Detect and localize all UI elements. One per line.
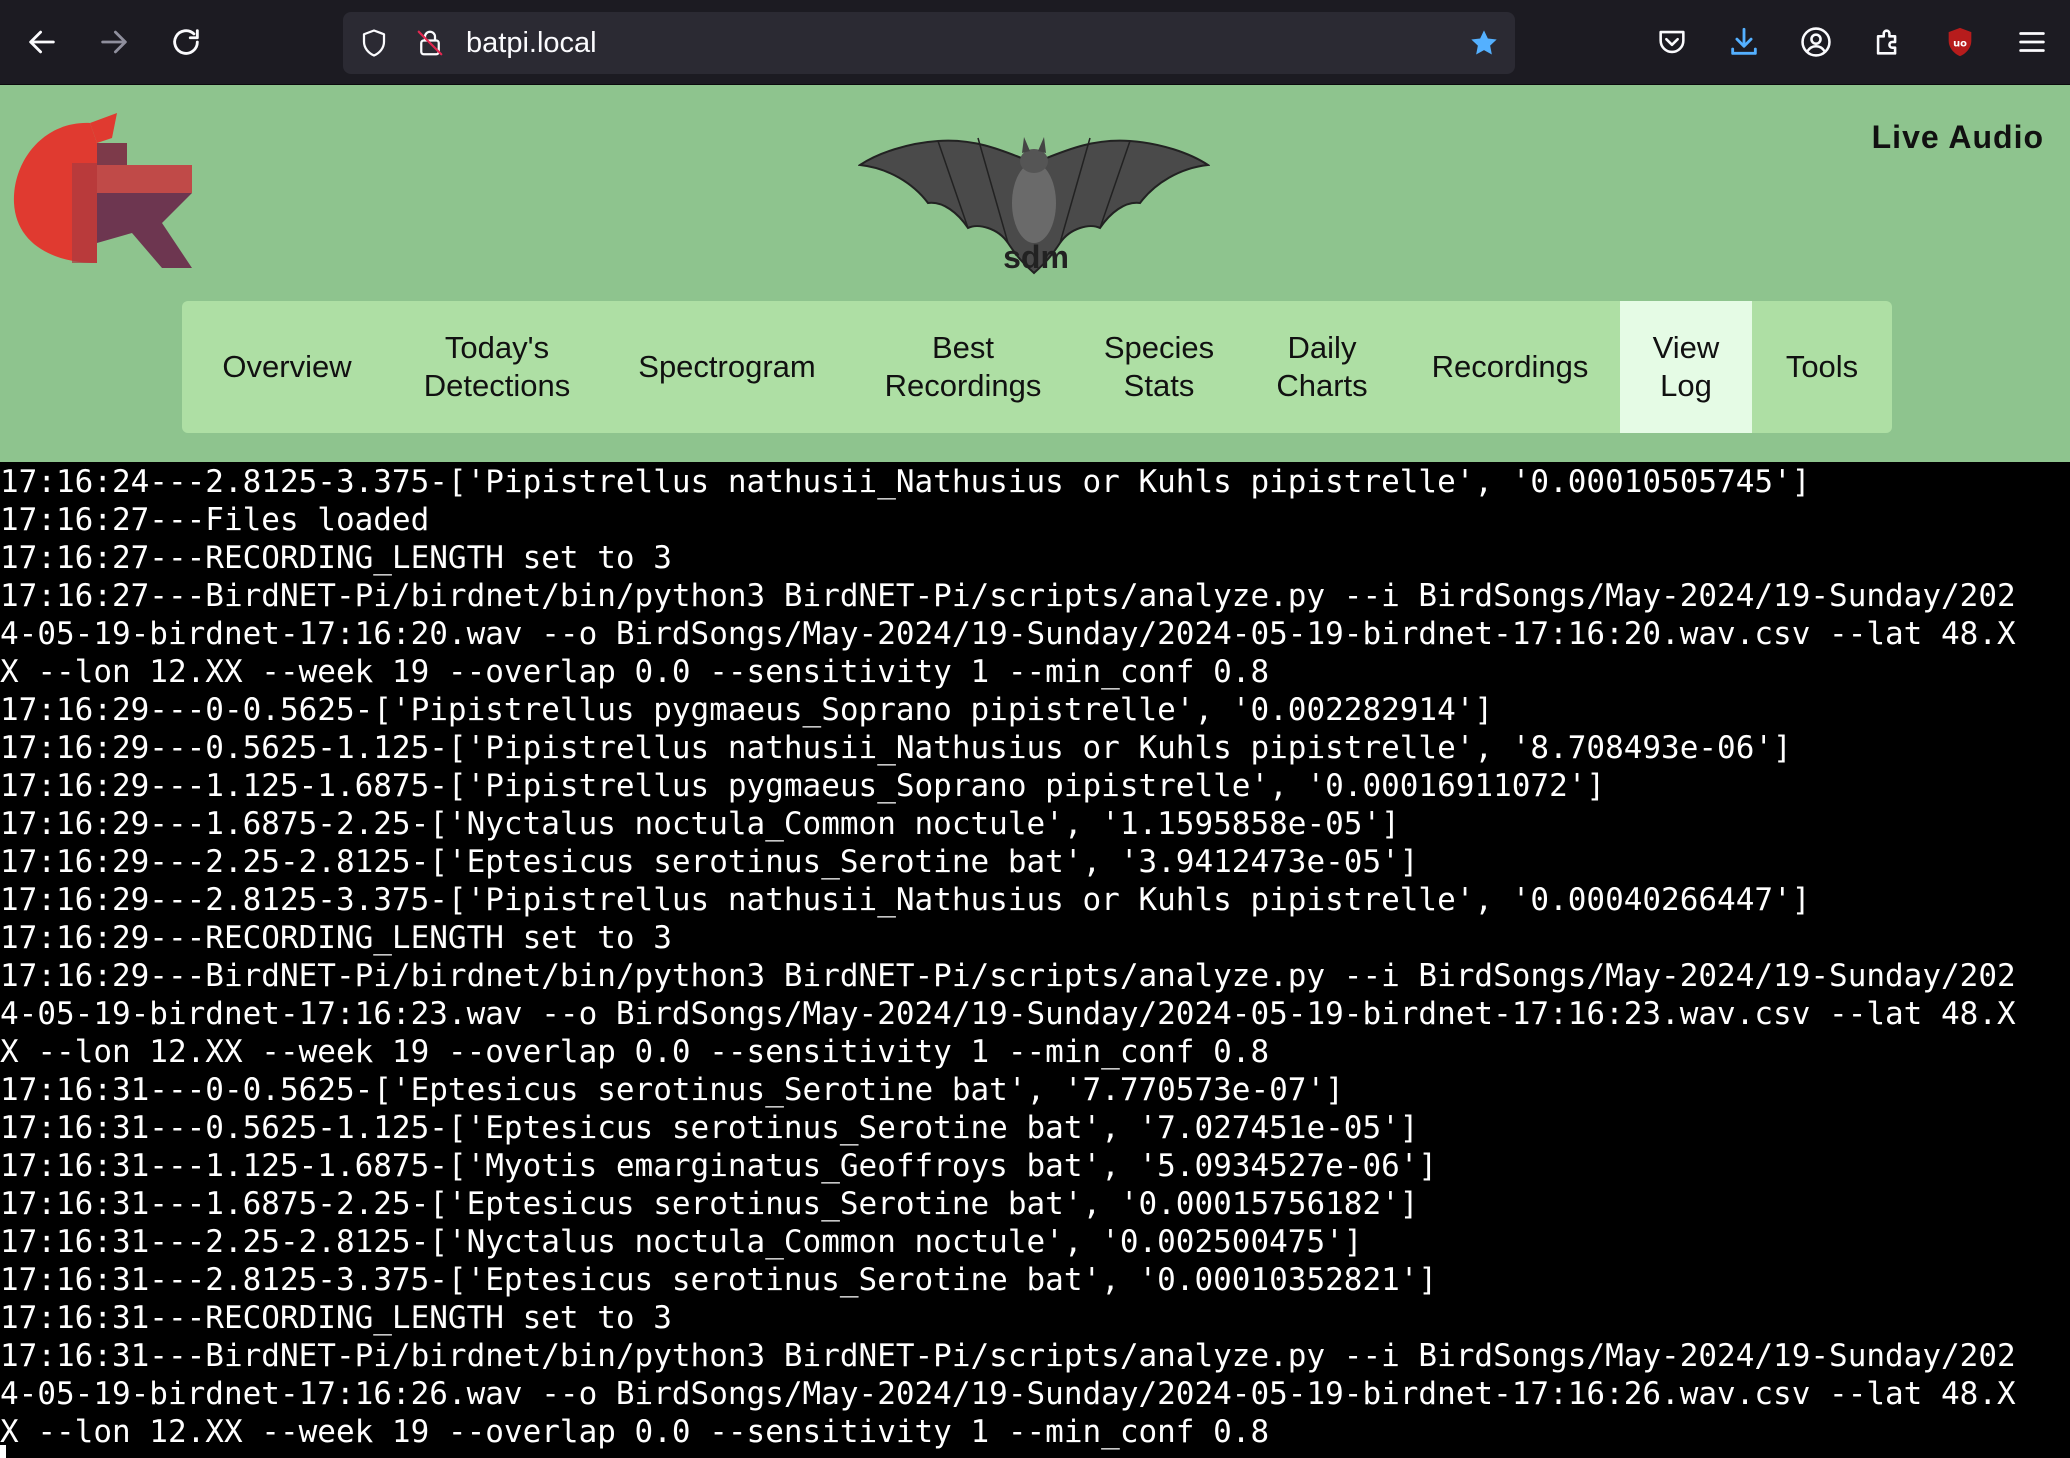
nav-view-log[interactable]: View Log <box>1620 301 1752 433</box>
log-line: 17:16:31---1.6875-2.25-['Eptesicus serot… <box>0 1186 1419 1222</box>
forward-button[interactable] <box>90 18 138 66</box>
pocket-icon <box>1659 30 1685 54</box>
log-line: 17:16:27---RECORDING_LENGTH set to 3 <box>0 540 672 576</box>
nav-overview[interactable]: Overview <box>182 301 392 433</box>
log-line: 17:16:27---Files loaded <box>0 502 430 538</box>
site-header: sdm Live Audio Overview Today's Detection… <box>0 85 2070 462</box>
nav-label: Species Stats <box>1103 330 1215 403</box>
nav-label: Best Recordings <box>884 330 1042 403</box>
back-button[interactable] <box>18 18 66 66</box>
extensions-button[interactable] <box>1864 18 1912 66</box>
log-line: 17:16:31---2.25-2.8125-['Nyctalus noctul… <box>0 1224 1363 1260</box>
account-button[interactable] <box>1792 18 1840 66</box>
log-line: 17:16:31---RECORDING_LENGTH set to 3 <box>0 1300 672 1336</box>
hamburger-menu-icon <box>2019 32 2045 52</box>
url-bar[interactable]: batpi.local <box>343 12 1515 74</box>
nav-label: Tools <box>1785 349 1859 384</box>
log-line: X --lon 12.XX --week 19 --overlap 0.0 --… <box>0 654 1270 690</box>
nav-daily-charts[interactable]: Daily Charts <box>1244 301 1400 433</box>
log-line: 17:16:29---BirdNET-Pi/birdnet/bin/python… <box>0 958 2016 994</box>
bookmark-star-icon[interactable] <box>1467 26 1501 60</box>
terminal-cursor <box>0 1445 6 1458</box>
nav-tools[interactable]: Tools <box>1752 301 1892 433</box>
nav-best-recordings[interactable]: Best Recordings <box>852 301 1074 433</box>
log-output[interactable]: 17:16:24---2.8125-3.375-['Pipistrellus n… <box>0 463 2070 1458</box>
log-line: 17:16:29---1.125-1.6875-['Pipistrellus p… <box>0 768 1606 804</box>
main-nav: Overview Today's Detections Spectrogram B… <box>182 301 1892 433</box>
url-text[interactable]: batpi.local <box>466 28 597 58</box>
pocket-button[interactable] <box>1648 18 1696 66</box>
log-line: 17:16:29---0.5625-1.125-['Pipistrellus n… <box>0 730 1792 766</box>
log-line: 17:16:31---0.5625-1.125-['Eptesicus sero… <box>0 1110 1419 1146</box>
back-arrow-icon <box>29 30 55 54</box>
log-line: 17:16:31---1.125-1.6875-['Myotis emargin… <box>0 1148 1438 1184</box>
log-line: X --lon 12.XX --week 19 --overlap 0.0 --… <box>0 1414 1270 1450</box>
log-line: 17:16:29---RECORDING_LENGTH set to 3 <box>0 920 672 956</box>
log-line: 17:16:31---BirdNET-Pi/birdnet/bin/python… <box>0 1338 2016 1374</box>
log-line: 4-05-19-birdnet-17:16:26.wav --o BirdSon… <box>0 1376 2016 1412</box>
menu-button[interactable] <box>2008 18 2056 66</box>
log-line: 4-05-19-birdnet-17:16:20.wav --o BirdSon… <box>0 616 2016 652</box>
log-line: 17:16:31---2.8125-3.375-['Eptesicus sero… <box>0 1262 1438 1298</box>
reload-icon <box>173 29 199 55</box>
nav-label: Overview <box>222 349 352 384</box>
account-icon <box>1801 27 1831 57</box>
log-line: 17:16:27---BirdNET-Pi/birdnet/bin/python… <box>0 578 2016 614</box>
tracking-shield-icon[interactable] <box>357 26 391 60</box>
nav-todays-detections[interactable]: Today's Detections <box>392 301 602 433</box>
nav-label: View Log <box>1652 330 1720 403</box>
download-icon <box>1731 27 1757 55</box>
nav-recordings[interactable]: Recordings <box>1400 301 1620 433</box>
forward-arrow-icon <box>101 30 127 54</box>
nav-label: Daily Charts <box>1276 330 1368 403</box>
site-title: sdm <box>1003 239 1069 275</box>
log-line: X --lon 12.XX --week 19 --overlap 0.0 --… <box>0 1034 1270 1070</box>
ublock-button[interactable]: uo <box>1936 18 1984 66</box>
downloads-button[interactable] <box>1720 18 1768 66</box>
svg-text:uo: uo <box>1953 38 1967 49</box>
nav-species-stats[interactable]: Species Stats <box>1074 301 1244 433</box>
browser-toolbar: batpi.local uo <box>0 0 2070 85</box>
log-line: 17:16:31---0-0.5625-['Eptesicus serotinu… <box>0 1072 1344 1108</box>
nav-label: Spectrogram <box>638 349 816 384</box>
log-line: 4-05-19-birdnet-17:16:23.wav --o BirdSon… <box>0 996 2016 1032</box>
nav-label: Recordings <box>1431 349 1589 384</box>
reload-button[interactable] <box>162 18 210 66</box>
nav-spectrogram[interactable]: Spectrogram <box>602 301 852 433</box>
log-line: 17:16:29---2.25-2.8125-['Eptesicus serot… <box>0 844 1419 880</box>
log-line: 17:16:24---2.8125-3.375-['Pipistrellus n… <box>0 464 1811 500</box>
nav-label: Today's Detections <box>423 330 571 403</box>
ublock-shield-icon: uo <box>1948 27 1972 57</box>
puzzle-icon <box>1876 29 1897 55</box>
log-line: 17:16:29---1.6875-2.25-['Nyctalus noctul… <box>0 806 1400 842</box>
birdnet-logo[interactable] <box>12 103 192 278</box>
live-audio-link[interactable]: Live Audio <box>1872 119 2044 156</box>
log-line: 17:16:29---2.8125-3.375-['Pipistrellus n… <box>0 882 1811 918</box>
insecure-lock-icon[interactable] <box>413 26 447 60</box>
log-line: 17:16:29---0-0.5625-['Pipistrellus pygma… <box>0 692 1494 728</box>
log-lines: 17:16:24---2.8125-3.375-['Pipistrellus n… <box>0 463 2070 1451</box>
